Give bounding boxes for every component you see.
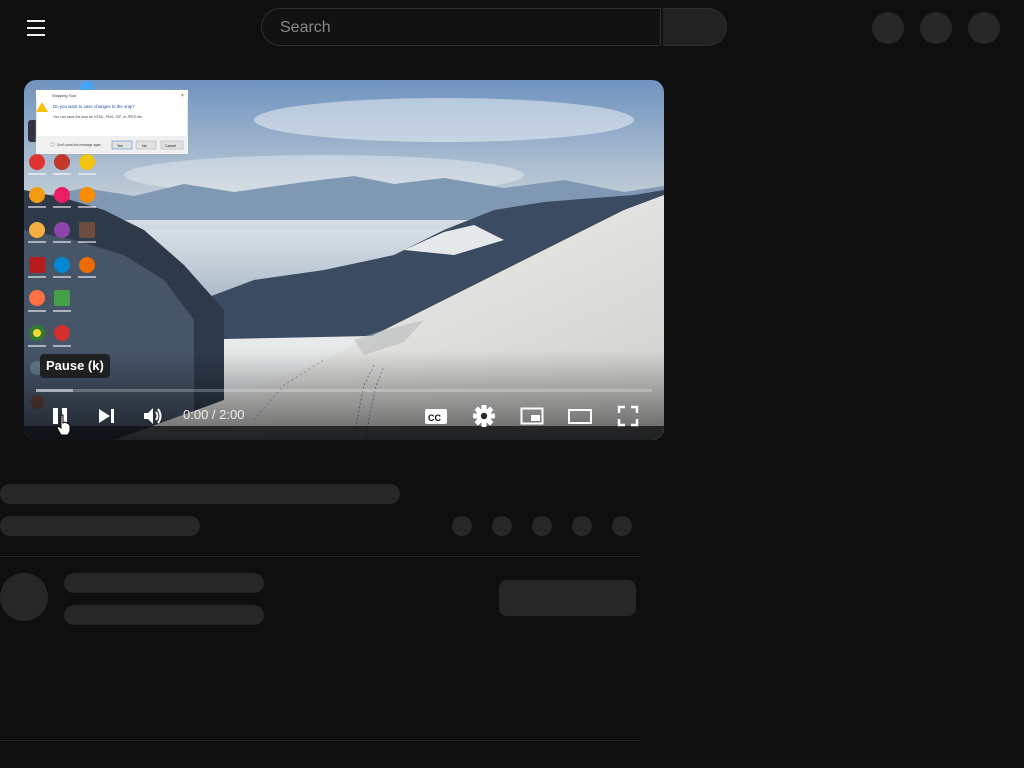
settings-button[interactable]: [470, 402, 498, 430]
dialog-yes-button: Yes: [117, 144, 123, 148]
next-button[interactable]: [92, 402, 120, 430]
action-placeholder: [612, 516, 632, 536]
divider: [0, 740, 640, 741]
svg-text:CC: CC: [428, 413, 441, 423]
volume-button[interactable]: [139, 402, 167, 430]
dialog-cancel-button: Cancel: [165, 144, 176, 148]
search-box[interactable]: [261, 8, 661, 47]
progress-bar[interactable]: [36, 389, 652, 392]
time-total: 2:00: [219, 407, 245, 422]
dialog-checkbox-label: Don't show this message again: [57, 143, 101, 147]
video-player[interactable]: Snipping Tool × Do you want to save chan…: [24, 80, 664, 440]
svg-text:×: ×: [181, 93, 184, 99]
time-display: 0:00 / 2:00: [183, 407, 245, 422]
action-placeholder: [572, 516, 592, 536]
volume-icon: [144, 408, 162, 424]
captions-button[interactable]: CC: [422, 402, 450, 430]
theater-mode-icon: [568, 409, 592, 424]
action-placeholder: [452, 516, 472, 536]
time-current: 0:00: [183, 407, 209, 422]
divider: [0, 556, 640, 557]
miniplayer-button[interactable]: [518, 402, 546, 430]
fullscreen-button[interactable]: [614, 402, 642, 430]
dialog-message: Do you want to save changes to the snip?: [53, 104, 135, 109]
dialog-no-button: No: [142, 144, 147, 148]
dialog-detail: You can save the snip as HTML, PNG, GIF,…: [53, 115, 143, 119]
action-placeholder: [492, 516, 512, 536]
channel-subs-placeholder: [64, 605, 264, 625]
action-placeholder: [532, 516, 552, 536]
next-icon: [99, 409, 114, 423]
menu-icon[interactable]: [18, 14, 54, 42]
hand-cursor-icon: [56, 414, 71, 436]
search-input[interactable]: [278, 9, 652, 47]
dialog-title: Snipping Tool: [52, 93, 76, 98]
settings-icon: [473, 405, 495, 427]
subscribe-button-placeholder: [499, 580, 636, 616]
progress-buffered: [36, 389, 73, 392]
search-button[interactable]: [663, 8, 727, 46]
title-placeholder: [0, 484, 400, 504]
notifications-icon[interactable]: [920, 12, 952, 44]
fullscreen-icon: [617, 405, 639, 427]
captions-icon: CC: [425, 409, 447, 424]
meta-placeholder: [0, 516, 200, 536]
pause-tooltip: Pause (k): [40, 354, 110, 378]
channel-name-placeholder: [64, 573, 264, 593]
create-icon[interactable]: [872, 12, 904, 44]
dialog-window: Snipping Tool × Do you want to save chan…: [35, 89, 189, 155]
miniplayer-icon: [520, 407, 544, 425]
theater-mode-button[interactable]: [566, 402, 594, 430]
avatar[interactable]: [968, 12, 1000, 44]
channel-avatar-placeholder: [0, 573, 48, 621]
